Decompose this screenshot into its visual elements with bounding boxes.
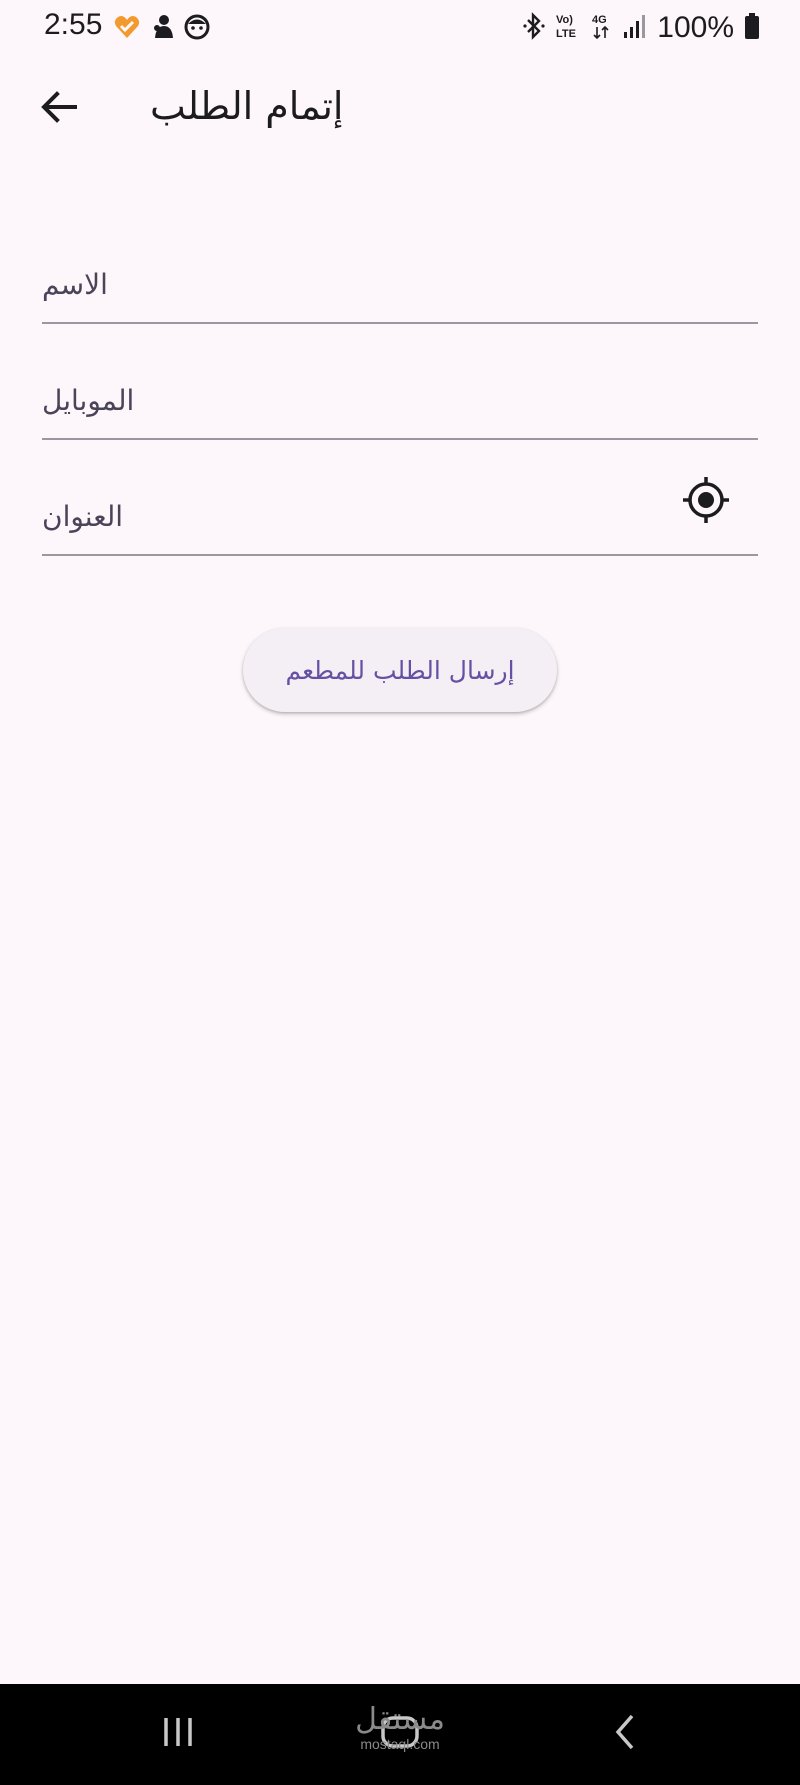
recents-button[interactable] [148, 1708, 208, 1760]
dating-app-icon [112, 12, 142, 42]
mobile-input[interactable] [42, 370, 758, 430]
battery-icon [744, 12, 760, 44]
address-input[interactable] [42, 486, 758, 546]
status-bar: 2:55 Vo) LTE 4G 100% [0, 0, 800, 56]
navigation-bar: مستقل mostaql.com [0, 1684, 800, 1785]
signal-icon [623, 12, 647, 44]
name-input[interactable] [42, 254, 758, 314]
system-back-button[interactable] [596, 1708, 656, 1760]
back-icon [606, 1712, 646, 1756]
mobile-field [42, 340, 758, 440]
status-time: 2:55 [44, 8, 103, 41]
status-icons: Vo) LTE 4G 100% [523, 8, 760, 48]
svg-text:LTE: LTE [556, 28, 576, 40]
my-location-icon [681, 475, 731, 529]
back-button[interactable] [32, 82, 86, 136]
get-location-button[interactable] [678, 474, 734, 530]
send-order-button[interactable]: إرسال الطلب للمطعم [243, 628, 557, 712]
name-field [42, 224, 758, 324]
page-title: إتمام الطلب [150, 84, 344, 128]
home-icon [378, 1712, 422, 1756]
svg-text:Vo): Vo) [556, 14, 573, 26]
volte-icon: Vo) LTE [555, 11, 581, 45]
app-bar: إتمام الطلب [0, 66, 800, 150]
recents-icon [158, 1712, 198, 1756]
face-icon [182, 12, 212, 42]
battery-percent: 100% [657, 11, 734, 44]
address-field [42, 456, 758, 556]
arrow-back-icon [39, 87, 79, 131]
svg-text:4G: 4G [592, 14, 607, 26]
bluetooth-icon [523, 12, 545, 44]
character-icon [148, 12, 178, 42]
4g-icon: 4G [591, 11, 613, 45]
home-button[interactable] [370, 1708, 430, 1760]
